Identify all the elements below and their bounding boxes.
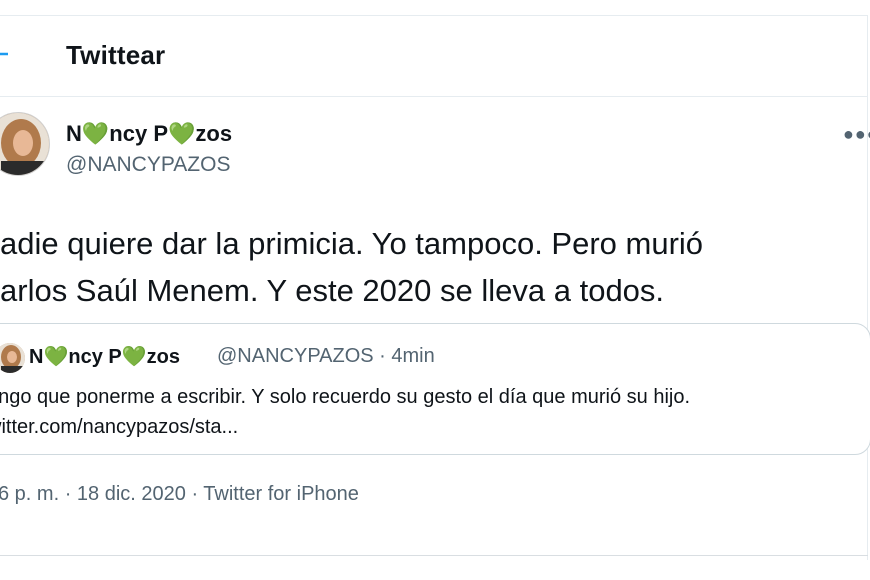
name-part-1: N [29, 346, 44, 368]
author-name[interactable]: N💚ncy P💚zos [66, 121, 232, 147]
green-heart-icon: 💚 [43, 346, 69, 368]
quoted-meta: @NANCYPAZOS · 4min [217, 345, 435, 367]
quoted-link[interactable]: witter.com/nancypazos/sta... [0, 412, 867, 442]
tweet-line: arlos Saúl Menem. Y este 2020 se lleva a… [0, 273, 665, 308]
avatar-image [0, 113, 49, 175]
green-heart-icon: 💚 [121, 346, 147, 368]
quoted-tweet[interactable]: N💚ncy P💚zos @NANCYPAZOS · 4min engo que … [0, 323, 870, 455]
page-title: Twittear [66, 40, 166, 70]
quoted-avatar [0, 343, 25, 373]
name-part-3: zos [146, 346, 180, 368]
author-handle[interactable]: @NANCYPAZOS [66, 153, 230, 177]
tweet-timestamp[interactable]: 6 p. m. · 18 dic. 2020 · Twitter for iPh… [0, 483, 359, 506]
name-part-1: N [66, 121, 82, 146]
name-part-2: ncy P [109, 121, 168, 146]
name-part-3: zos [195, 121, 233, 146]
tweet-body: adie quiere dar la primicia. Yo tampoco.… [0, 220, 860, 314]
name-part-2: ncy P [68, 346, 122, 368]
avatar-image [0, 343, 25, 373]
green-heart-icon: 💚 [168, 121, 196, 146]
page-header: Twittear [0, 16, 867, 97]
author-avatar[interactable] [0, 112, 50, 176]
tweet-line: adie quiere dar la primicia. Yo tampoco.… [0, 226, 704, 261]
tweet-view: Twittear N💚ncy P💚zos @NANCYPAZOS ●●● adi… [0, 0, 870, 580]
more-options-icon[interactable]: ●●● [843, 124, 870, 145]
right-divider [867, 15, 868, 560]
quoted-author-name: N💚ncy P💚zos [29, 344, 180, 369]
quoted-line: engo que ponerme a escribir. Y solo recu… [0, 386, 691, 408]
quoted-body: engo que ponerme a escribir. Y solo recu… [0, 382, 867, 442]
back-arrow-icon[interactable] [0, 44, 14, 64]
bottom-divider [0, 555, 868, 556]
green-heart-icon: 💚 [81, 121, 110, 146]
